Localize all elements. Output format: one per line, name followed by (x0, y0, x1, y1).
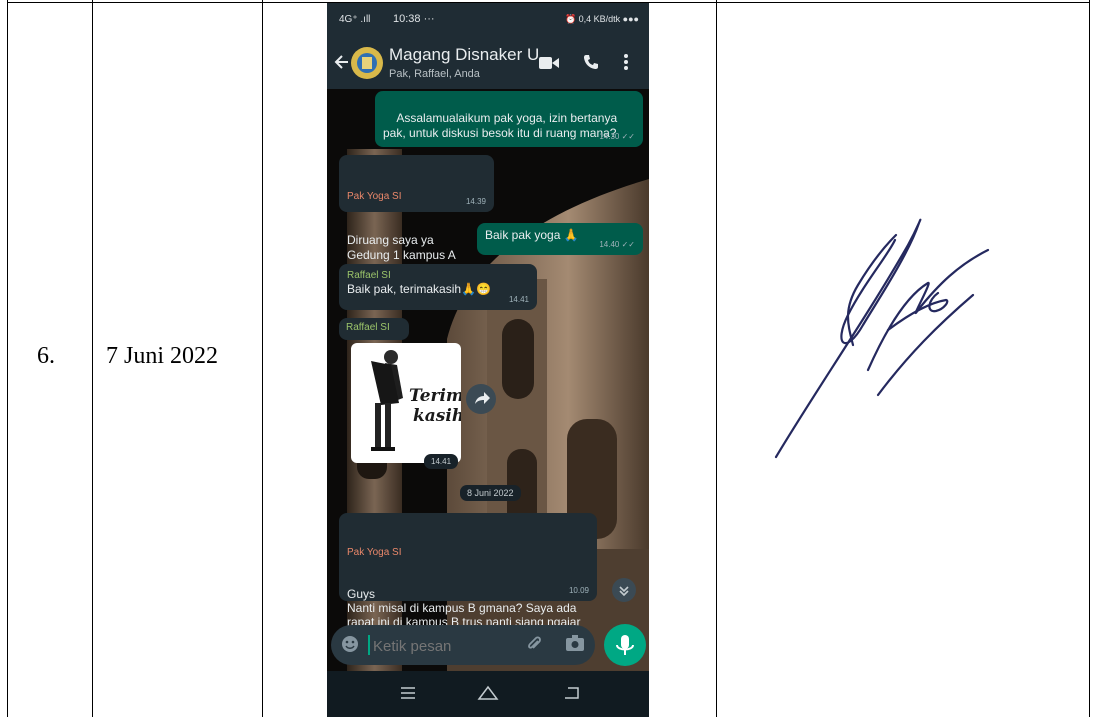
message-time: 14.39 (465, 197, 486, 206)
back-nav-icon[interactable] (563, 685, 581, 701)
status-right: ⏰ 0,4 KB/dtk ●●● (564, 14, 639, 24)
message-outgoing[interactable]: Baik pak yoga 🙏 14.40 ✓✓ (477, 223, 643, 255)
message-text: Assalamualaikum pak yoga, izin bertanya … (383, 111, 621, 140)
status-bar: 4G⁺ .ıll 10:38 ··· ⏰ 0,4 KB/dtk ●●● (327, 3, 649, 37)
chat-participants: Pak, Raffael, Anda (389, 68, 480, 80)
mic-icon (616, 635, 634, 655)
message-sender: Raffael SI (346, 322, 390, 333)
menu-nav-icon[interactable] (400, 686, 416, 700)
home-nav-icon[interactable] (477, 684, 499, 702)
message-input[interactable] (371, 633, 515, 659)
message-incoming[interactable]: Pak Yoga SI Diruang saya ya Gedung 1 kam… (339, 155, 494, 262)
forward-icon[interactable] (466, 384, 496, 414)
message-text: Baik pak, terimakasih🙏😁 (347, 282, 491, 296)
terima-kasih-sticker[interactable]: Terima kasih (351, 343, 461, 463)
column-divider (92, 0, 93, 717)
mic-button[interactable] (604, 624, 646, 666)
signal-indicator: 4G⁺ .ıll (339, 14, 371, 25)
attach-icon[interactable] (525, 635, 543, 653)
camera-icon[interactable] (565, 634, 585, 652)
message-outgoing[interactable]: Assalamualaikum pak yoga, izin bertanya … (375, 91, 643, 147)
message-sender: Pak Yoga SI (347, 547, 402, 558)
message-incoming[interactable]: Pak Yoga SI Guys Nanti misal di kampus B… (339, 513, 597, 643)
emoji-icon[interactable] (341, 635, 359, 653)
message-sender: Raffael SI (347, 270, 391, 281)
status-time: 10:38 ··· (393, 13, 435, 25)
scroll-down-icon[interactable] (612, 578, 636, 602)
table-right-border (1089, 0, 1090, 717)
sticker-sender-tag: Raffael SI (339, 318, 409, 340)
message-time: 14.41 (508, 295, 529, 304)
sticker-time: 14.41 (424, 454, 459, 469)
date-separator: 8 Juni 2022 (460, 485, 521, 501)
row-number: 6. (37, 343, 55, 369)
table-left-border (7, 0, 8, 717)
video-call-icon[interactable] (539, 56, 559, 70)
column-divider (716, 0, 717, 717)
column-divider (262, 0, 263, 717)
message-text: Diruang saya ya Gedung 1 kampus A (347, 233, 456, 262)
svg-text:Terima: Terima (409, 386, 461, 406)
message-incoming[interactable]: Raffael SI Baik pak, terimakasih🙏😁 14.41 (339, 264, 537, 310)
phone-screenshot: 4G⁺ .ıll 10:38 ··· ⏰ 0,4 KB/dtk ●●● Maga… (327, 3, 649, 717)
chat-title[interactable]: Magang Disnaker U... (389, 45, 553, 65)
message-text: Baik pak yoga 🙏 (485, 228, 579, 242)
signature (774, 218, 990, 459)
more-vert-icon[interactable] (623, 53, 629, 71)
message-time: 10.09 (568, 586, 589, 595)
back-arrow-icon[interactable] (333, 53, 351, 71)
group-avatar[interactable] (351, 47, 383, 79)
row-date: 7 Juni 2022 (106, 343, 219, 369)
svg-text:kasih: kasih (413, 406, 461, 426)
text-cursor (368, 635, 370, 655)
message-time: 14.30 ✓✓ (599, 132, 635, 141)
phone-icon[interactable] (583, 54, 599, 70)
message-time: 14.40 ✓✓ (599, 240, 635, 249)
